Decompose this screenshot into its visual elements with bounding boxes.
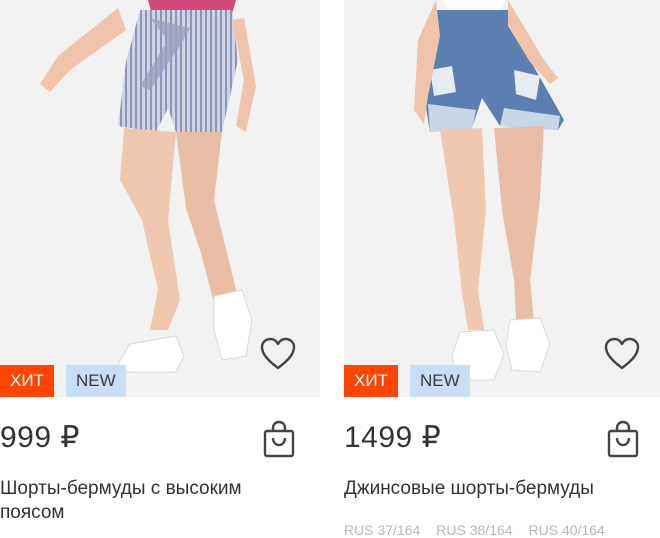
badges: ХИТ NEW (0, 365, 126, 397)
product-card[interactable]: ХИТ NEW 999 ₽ Шорты-бермуды с высоким по… (0, 0, 320, 536)
product-price: 1499 ₽ (344, 421, 442, 454)
hit-badge: ХИТ (344, 365, 398, 397)
heart-icon[interactable] (259, 336, 297, 372)
heart-icon[interactable] (603, 336, 641, 372)
hit-badge: ХИТ (0, 365, 54, 397)
new-badge: NEW (409, 365, 470, 397)
new-badge: NEW (65, 365, 126, 397)
badges: ХИТ NEW (344, 365, 470, 397)
product-title[interactable]: Шорты-бермуды с высоким поясом (0, 477, 300, 525)
shopping-bag-icon[interactable] (262, 420, 296, 458)
product-price: 999 ₽ (0, 421, 80, 454)
shopping-bag-icon[interactable] (606, 420, 640, 458)
product-title[interactable]: Джинсовые шорты-бермуды (344, 477, 644, 501)
product-card[interactable]: ХИТ NEW 1499 ₽ Джинсовые шорты-бермуды R… (344, 0, 660, 538)
